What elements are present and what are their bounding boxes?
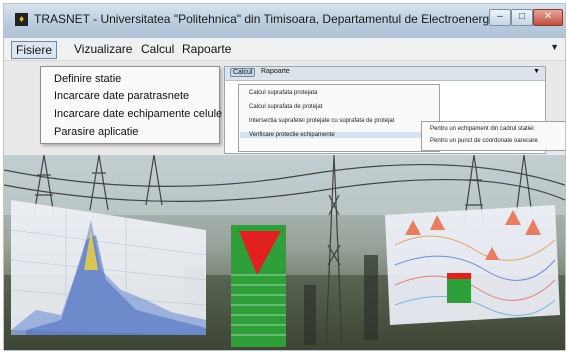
menu-item-incarcare-paratrasnete[interactable]: Incarcare date paratrasnete [54,90,189,102]
menu-item-definire-statie[interactable]: Definire statie [54,73,121,85]
menu-item-calcul-suprafata-protejata[interactable]: Calcul suprafata protejata [249,90,317,96]
menu-item-parasire-aplicatie[interactable]: Parasire aplicatie [54,126,138,138]
menu-item-calcul-suprafata-de-protejat[interactable]: Calcul suprafata de protejat [249,104,322,110]
maximize-icon[interactable]: □ [511,9,533,26]
substation-photo-collage [4,154,565,350]
menu-item-intersectia-suprafetelor[interactable]: Intersectia suprafetei protejate cu supr… [249,118,394,124]
submenu-item-punct-coordonate[interactable]: Pentru un punct de coordonate oarecare [430,138,538,144]
submenu-item-echipament[interactable]: Pentru un echipament din cadrul statiei [430,126,534,132]
verificare-submenu: Pentru un echipament din cadrul statiei … [421,121,565,151]
menu-rapoarte[interactable]: Rapoarte [178,41,235,57]
close-icon[interactable]: ✕ [533,9,563,26]
menu-calcul[interactable]: Calcul [137,41,178,57]
menu-item-verificare-protectie[interactable]: Verificare protectie echipamente [240,132,437,138]
minimize-icon[interactable]: – [489,9,511,26]
screenshot-frame: ♦ TRASNET - Universitatea "Politehnica" … [3,3,566,351]
title-bar: ♦ TRASNET - Universitatea "Politehnica" … [4,4,565,38]
surface-plot-left [10,200,207,335]
menu-bar: Fisiere Vizualizare Calcul Rapoarte ▼ [4,38,565,61]
inner-menu-bar: Calcul Rapoarte ▼ [225,67,545,81]
calcul-menu-dropdown: Calcul suprafata protejata Calcul supraf… [238,84,440,152]
window-title: TRASNET - Universitatea "Politehnica" di… [34,12,515,26]
contour-plot-right [385,205,560,325]
menu-vizualizare[interactable]: Vizualizare [70,41,136,57]
menu-item-incarcare-echipamente[interactable]: Incarcare date echipamente celule [54,108,222,120]
menu-fisiere[interactable]: Fisiere [11,41,58,59]
file-menu-dropdown: Definire statie Incarcare date paratrasn… [40,66,222,144]
inner-menu-rapoarte[interactable]: Rapoarte [259,68,292,75]
inner-menu-calcul[interactable]: Calcul [230,68,256,77]
app-icon: ♦ [15,13,28,26]
menubar-chevron-icon[interactable]: ▼ [550,42,559,52]
inner-menubar-chevron-icon[interactable]: ▼ [533,68,540,75]
grid-plot-center [231,225,286,347]
